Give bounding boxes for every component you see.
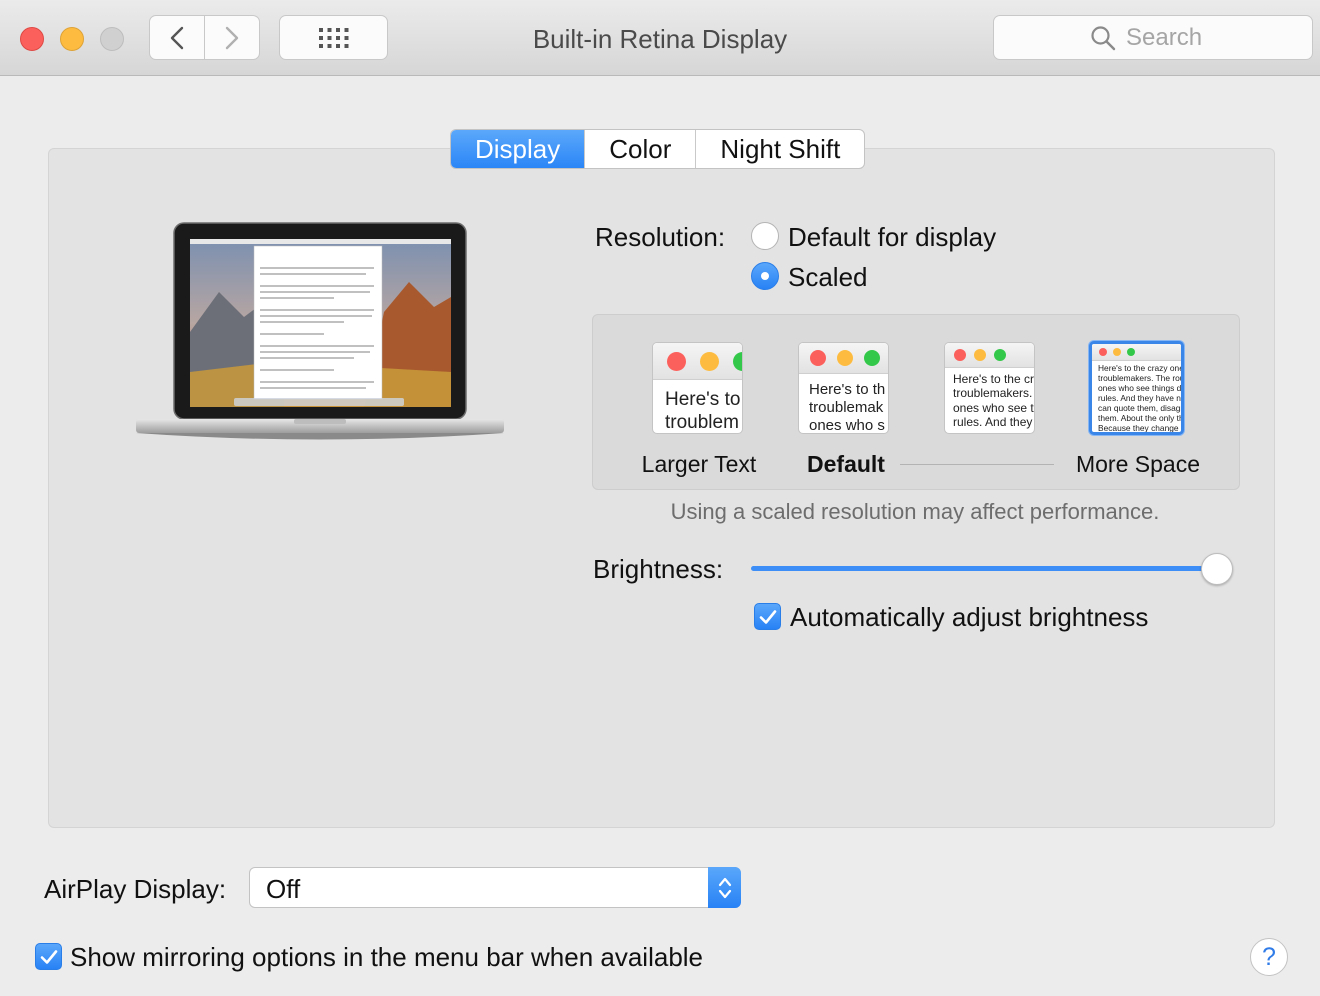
preview-text: Here's to the cr troublemakers. ones who…	[953, 372, 1034, 430]
airplay-display-label: AirPlay Display:	[44, 874, 227, 904]
tab-color[interactable]: Color	[584, 130, 695, 168]
show-all-button[interactable]	[279, 15, 388, 60]
forward-button[interactable]	[204, 16, 259, 59]
brightness-slider-track[interactable]	[751, 566, 1219, 571]
scaled-radio[interactable]	[751, 262, 779, 290]
default-for-display-radio[interactable]	[751, 222, 779, 250]
brightness-slider-knob[interactable]	[1201, 553, 1233, 585]
chevron-right-icon	[225, 26, 239, 49]
minimize-window-button[interactable]	[60, 27, 84, 51]
airplay-display-popup[interactable]: Off	[249, 867, 741, 908]
resolution-label: Resolution:	[595, 222, 726, 252]
default-label: Default	[807, 451, 885, 477]
scaled-label[interactable]: Scaled	[788, 262, 868, 293]
chevron-left-icon	[170, 26, 184, 49]
scale-option-3[interactable]: Here's to the cr troublemakers. ones who…	[944, 342, 1035, 434]
airplay-display-value: Off	[266, 874, 301, 904]
tab-display[interactable]: Display	[451, 130, 585, 168]
checkmark-icon	[759, 609, 776, 624]
mirroring-options-label[interactable]: Show mirroring options in the menu bar w…	[70, 942, 703, 973]
scale-option-default[interactable]: Here's to th troublemak ones who s	[798, 342, 889, 434]
more-space-label: More Space	[1075, 451, 1200, 477]
performance-note: Using a scaled resolution may affect per…	[670, 499, 1160, 524]
tab-bar: Display Color Night Shift	[450, 129, 866, 169]
search-field[interactable]	[993, 15, 1313, 60]
brightness-label: Brightness:	[593, 554, 724, 584]
preview-text: Here's to th troublemak ones who s	[809, 381, 886, 434]
checkmark-icon	[40, 949, 57, 964]
mirroring-options-checkbox[interactable]	[35, 943, 62, 970]
question-mark-icon: ?	[1262, 942, 1276, 971]
tab-night-shift[interactable]: Night Shift	[695, 130, 864, 168]
grid-icon	[318, 27, 348, 48]
laptop-display-image	[136, 222, 504, 440]
search-input[interactable]	[1126, 23, 1216, 52]
search-icon	[1091, 25, 1116, 50]
navigation-buttons	[149, 15, 260, 60]
preview-text: Here's to the crazy one troublemakers. T…	[1098, 363, 1184, 434]
zoom-window-button[interactable]	[100, 27, 124, 51]
close-window-button[interactable]	[20, 27, 44, 51]
preview-text: Here's to troublem	[665, 389, 741, 433]
auto-brightness-checkbox[interactable]	[754, 603, 781, 630]
title-bar: Built-in Retina Display	[0, 0, 1320, 76]
back-button[interactable]	[150, 16, 204, 59]
auto-brightness-label[interactable]: Automatically adjust brightness	[790, 602, 1148, 633]
default-for-display-label[interactable]: Default for display	[788, 222, 996, 253]
help-button[interactable]: ?	[1250, 938, 1288, 976]
larger-text-label: Larger Text	[641, 451, 757, 477]
scale-divider	[900, 464, 1054, 465]
window-title: Built-in Retina Display	[532, 24, 788, 54]
scale-option-more-space[interactable]: Here's to the crazy one troublemakers. T…	[1089, 341, 1184, 435]
scale-option-larger-text[interactable]: Here's to troublem	[652, 342, 743, 434]
popup-arrows-icon	[708, 867, 741, 908]
